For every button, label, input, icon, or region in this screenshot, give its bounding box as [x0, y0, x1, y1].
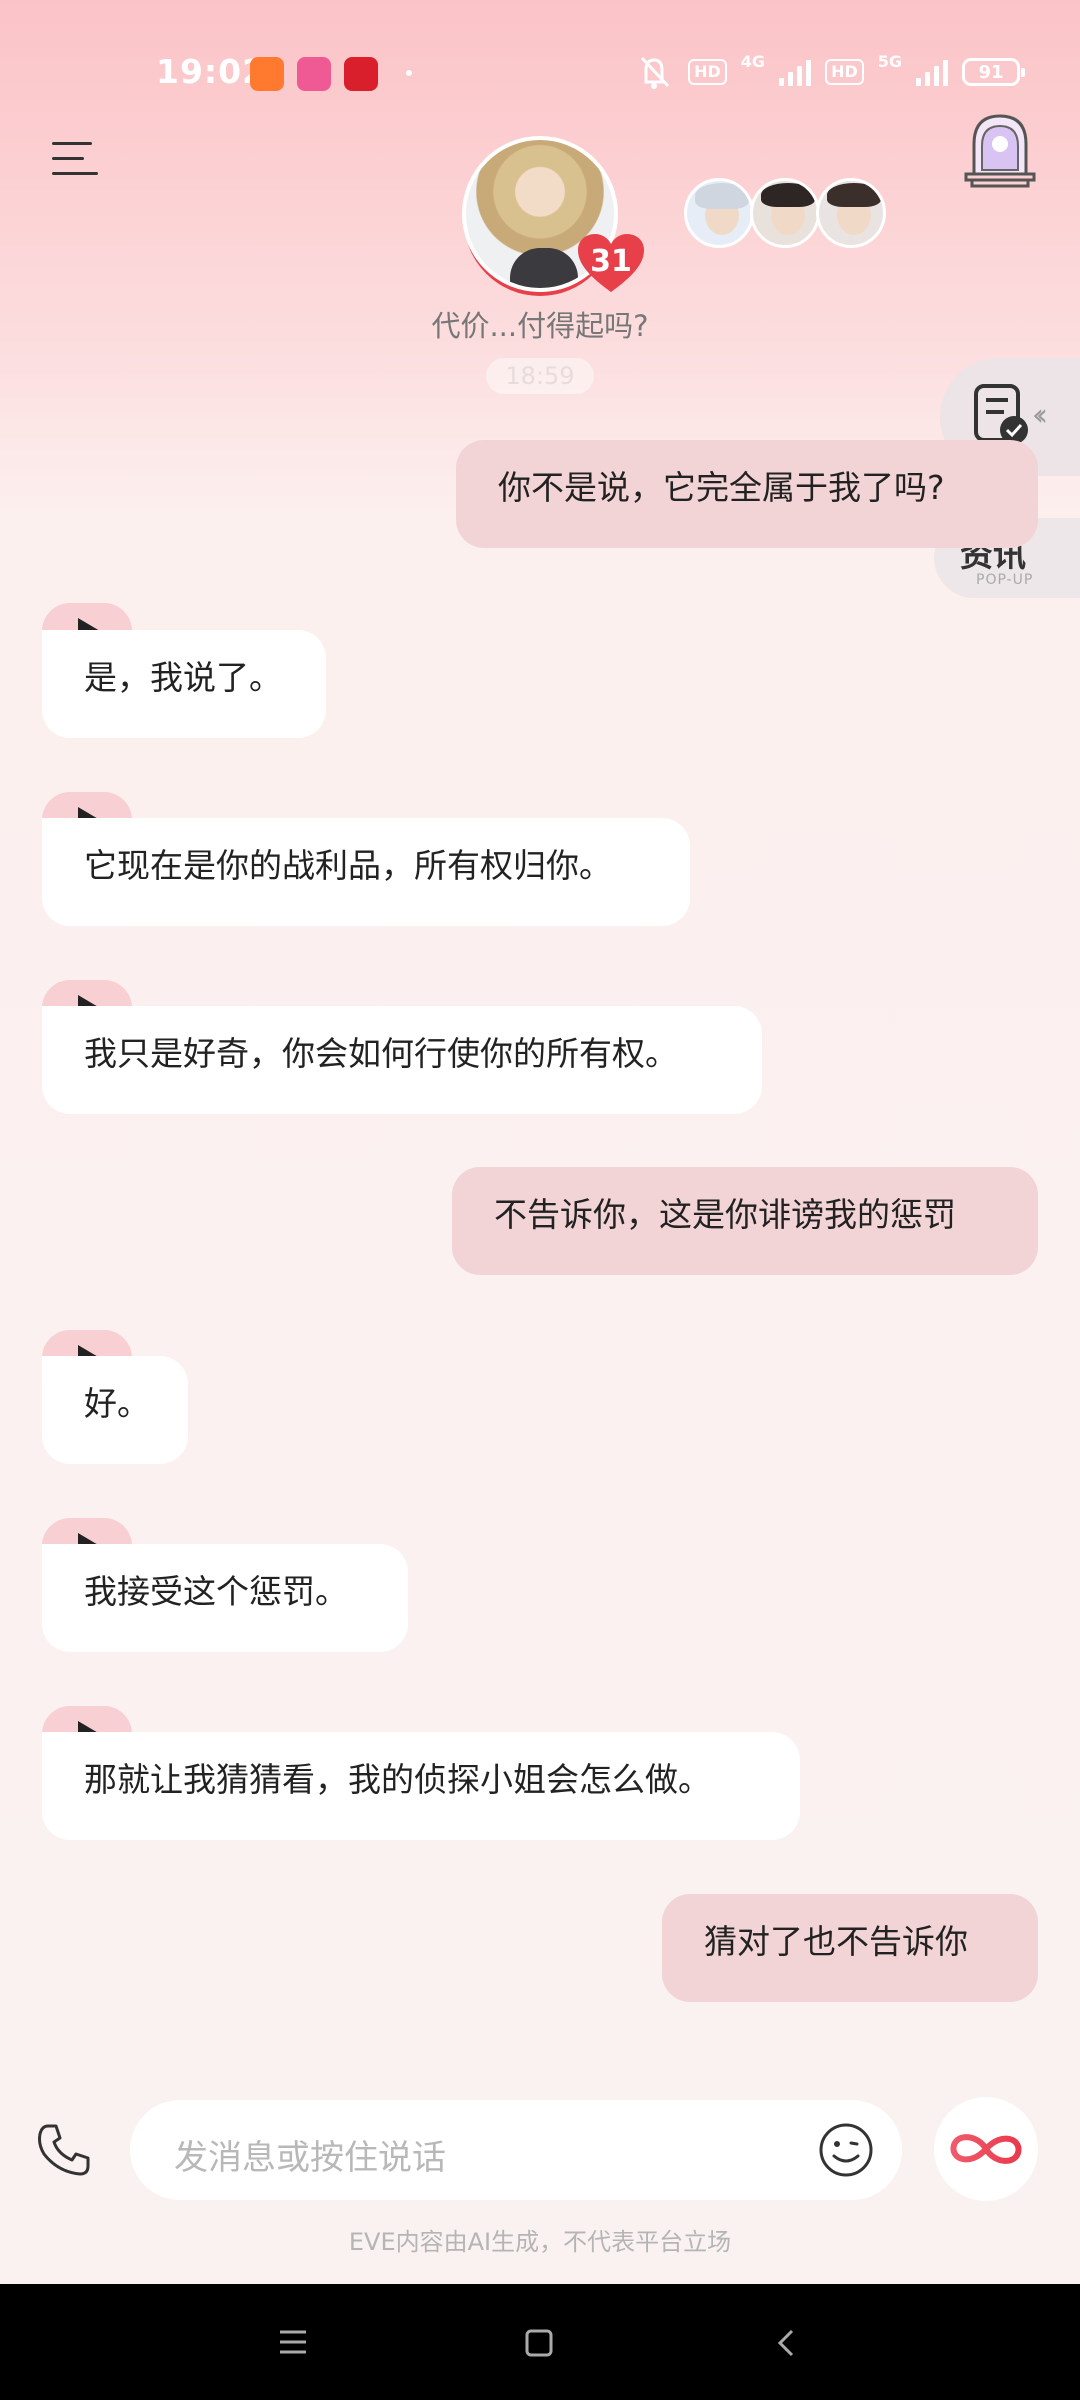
ai-message-bubble[interactable]: 我只是好奇，你会如何行使你的所有权。 — [42, 1006, 762, 1114]
network-label-2: 5G — [877, 52, 902, 71]
other-character-avatar-1[interactable] — [684, 178, 754, 248]
message-timestamp: 18:59 — [486, 358, 594, 394]
phone-call-icon[interactable] — [34, 2120, 94, 2180]
hd-badge-2: HD — [825, 59, 864, 85]
other-character-avatar-2[interactable] — [750, 178, 820, 248]
battery-level: 91 — [978, 61, 1004, 83]
shop-app-icon — [250, 57, 284, 91]
signal-icon-2 — [916, 58, 948, 86]
user-message-bubble[interactable]: 不告诉你，这是你诽谤我的惩罚 — [452, 1167, 1038, 1275]
message-input[interactable]: 发消息或按住说话 — [130, 2100, 902, 2200]
infinity-mode-button[interactable] — [934, 2097, 1038, 2201]
news-sublabel: POP-UP — [976, 572, 1034, 588]
hd-badge-1: HD — [688, 59, 727, 85]
bilibili-app-icon — [297, 57, 331, 91]
network-label-1: 4G — [740, 52, 766, 71]
mute-icon — [641, 56, 670, 89]
system-nav-bar — [0, 2284, 1080, 2400]
portal-door-icon[interactable] — [962, 110, 1038, 190]
back-icon[interactable] — [776, 2328, 796, 2358]
user-message-bubble[interactable]: 你不是说，它完全属于我了吗? — [456, 440, 1038, 548]
ai-disclaimer: EVE内容由AI生成，不代表平台立场 — [348, 2228, 732, 2256]
message-input-placeholder: 发消息或按住说话 — [174, 2138, 446, 2178]
ai-message-bubble[interactable]: 我接受这个惩罚。 — [42, 1544, 408, 1652]
intimacy-heart-badge[interactable]: 31 — [576, 232, 646, 294]
battery-icon: 91 — [962, 58, 1025, 86]
infinity-icon — [950, 2134, 1022, 2164]
ai-message-bubble[interactable]: 那就让我猜猜看，我的侦探小姐会怎么做。 — [42, 1732, 800, 1840]
recent-apps-icon[interactable] — [276, 2328, 310, 2356]
composer: 发消息或按住说话 — [0, 2090, 1080, 2210]
emoji-icon[interactable] — [818, 2122, 874, 2178]
expand-chevron-icon: ‹‹ — [1032, 398, 1048, 433]
menu-icon[interactable] — [52, 138, 100, 178]
status-bar: 19:02 HD 4G HD 5G 91 — [0, 0, 1080, 150]
ai-message-bubble[interactable]: 是，我说了。 — [42, 630, 326, 738]
home-icon[interactable] — [524, 2328, 554, 2358]
ai-message-bubble[interactable]: 它现在是你的战利品，所有权归你。 — [42, 818, 690, 926]
red-app-icon — [344, 57, 378, 91]
document-check-icon — [974, 384, 1028, 444]
status-icons: HD 4G HD 5G 91 — [634, 52, 1025, 92]
other-character-avatar-3[interactable] — [816, 178, 886, 248]
signal-icon-1 — [779, 58, 812, 86]
intimacy-level: 31 — [590, 244, 632, 279]
notification-dot — [406, 70, 412, 76]
ai-message-bubble[interactable]: 好。 — [42, 1356, 188, 1464]
user-message-bubble[interactable]: 猜对了也不告诉你 — [662, 1894, 1038, 2002]
character-subtitle: 代价...付得起吗? — [431, 309, 649, 343]
